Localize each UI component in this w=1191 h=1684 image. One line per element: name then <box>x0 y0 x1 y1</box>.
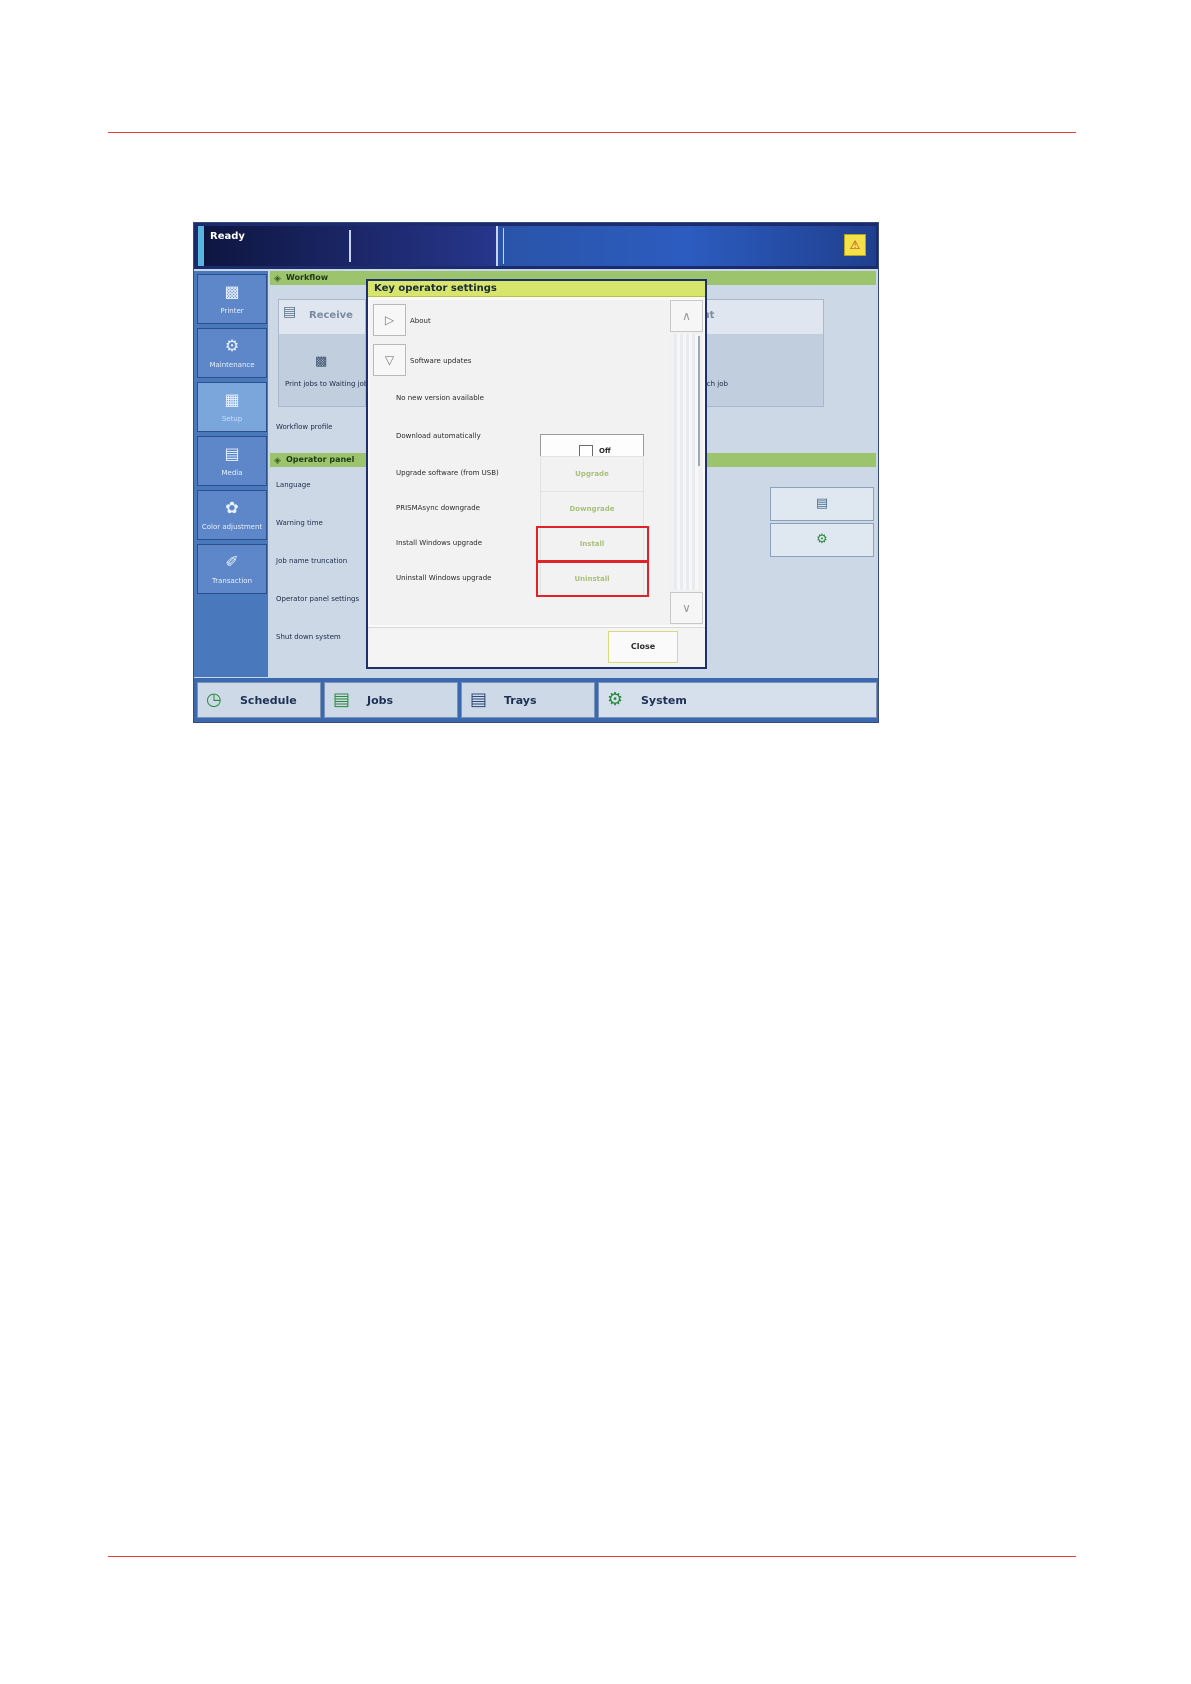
maintenance-icon: ⚙ <box>224 336 240 355</box>
sidebar-item-label: Maintenance <box>209 361 255 369</box>
sidebar: ▩ Printer ⚙ Maintenance ▦ Setup ▤ Media … <box>194 271 268 677</box>
printer-icon: ▩ <box>224 282 240 301</box>
scroll-up-button[interactable]: ∧ <box>670 300 703 332</box>
sidebar-item-maintenance[interactable]: ⚙ Maintenance <box>197 328 267 378</box>
operator-panel-screenshot: Ready ⚠ ▩ Printer ⚙ Maintenance ▦ Setup … <box>193 222 879 723</box>
tab-trays[interactable]: ▤ Trays <box>461 682 595 718</box>
status-bar: Ready ⚠ <box>194 223 878 269</box>
install-highlight <box>536 526 649 562</box>
tab-label: System <box>641 694 687 707</box>
downgrade-button[interactable]: Downgrade <box>540 491 644 527</box>
scroll-thumb[interactable] <box>698 336 700 466</box>
print-jobs-icon: ▩ <box>315 354 328 369</box>
tab-label: Trays <box>504 694 537 707</box>
prismasync-downgrade-label: PRISMAsync downgrade <box>396 504 480 512</box>
sidebar-item-label: Color adjustment <box>201 523 263 531</box>
transaction-icon: ✐ <box>225 552 239 571</box>
print-jobs-label: Print jobs to Waiting job <box>285 380 369 388</box>
sidebar-item-media[interactable]: ▤ Media <box>197 436 267 486</box>
warning-time-label: Warning time <box>276 519 323 527</box>
upgrade-button[interactable]: Upgrade <box>540 456 644 492</box>
operator-panel-title: Operator panel <box>286 455 355 464</box>
status-area: Ready <box>198 226 496 266</box>
tab-label: Schedule <box>240 694 297 707</box>
page-bottom-rule <box>108 1556 1076 1557</box>
color-adjustment-icon: ✿ <box>225 498 239 517</box>
alert-icon[interactable]: ⚠ <box>844 234 866 256</box>
schedule-icon: ◷ <box>206 689 222 710</box>
receive-strip <box>279 334 365 406</box>
status-divider <box>349 230 351 262</box>
status-text: Ready <box>210 231 245 242</box>
sidebar-item-color-adjustment[interactable]: ✿ Color adjustment <box>197 490 267 540</box>
close-button[interactable]: Close <box>608 631 678 663</box>
receive-card[interactable]: ▤ Receive ▩ Print jobs to Waiting job <box>278 299 369 407</box>
trays-icon: ▤ <box>470 689 488 710</box>
language-tile[interactable]: ▤ <box>770 487 874 521</box>
software-updates-label: Software updates <box>410 357 472 365</box>
dialog-body: ▷ About ▽ Software updates No new versio… <box>370 300 670 625</box>
about-label: About <box>410 317 431 325</box>
tab-jobs[interactable]: ▤ Jobs <box>324 682 458 718</box>
shut-down-system-label: Shut down system <box>276 633 341 641</box>
workflow-title: Workflow <box>286 273 329 282</box>
key-operator-settings-dialog: Key operator settings ▷ About ▽ Software… <box>366 279 707 669</box>
receive-icon: ▤ <box>283 304 297 320</box>
operator-panel-settings-label: Operator panel settings <box>276 595 360 603</box>
install-windows-upgrade-label: Install Windows upgrade <box>396 539 483 547</box>
scroll-track[interactable] <box>674 334 698 590</box>
language-label: Language <box>276 481 311 489</box>
message-area <box>496 226 876 266</box>
sidebar-item-transaction[interactable]: ✐ Transaction <box>197 544 267 594</box>
no-new-version-label: No new version available <box>396 394 484 402</box>
tab-schedule[interactable]: ◷ Schedule <box>197 682 321 718</box>
dialog-title: Key operator settings <box>368 281 705 297</box>
tab-system[interactable]: ⚙ System <box>598 682 877 718</box>
sidebar-item-label: Transaction <box>211 577 253 585</box>
jobs-icon: ▤ <box>333 689 351 710</box>
uninstall-windows-upgrade-label: Uninstall Windows upgrade <box>396 574 492 582</box>
download-toggle-text: Off <box>599 447 611 455</box>
sidebar-item-printer[interactable]: ▩ Printer <box>197 274 267 324</box>
about-expander[interactable]: ▷ <box>373 304 406 336</box>
media-icon: ▤ <box>224 444 240 463</box>
download-automatically-label: Download automatically <box>396 432 481 440</box>
message-divider <box>503 228 504 264</box>
receive-label: Receive <box>309 310 353 321</box>
software-updates-expander[interactable]: ▽ <box>373 344 406 376</box>
setup-icon: ▦ <box>224 390 240 409</box>
scroll-down-button[interactable]: ∨ <box>670 592 703 624</box>
sidebar-item-label: Media <box>221 469 243 477</box>
upgrade-usb-label: Upgrade software (from USB) <box>396 469 499 477</box>
system-icon: ⚙ <box>607 689 624 710</box>
tab-label: Jobs <box>367 694 394 707</box>
uninstall-highlight <box>536 561 649 597</box>
bottom-tab-bar: ◷ Schedule ▤ Jobs ▤ Trays ⚙ System <box>194 678 878 722</box>
workflow-profile-label: Workflow profile <box>276 423 333 431</box>
dialog-scrollbar[interactable]: ∧ ∨ <box>670 300 703 625</box>
page-top-rule <box>108 132 1076 133</box>
dialog-footer: Close <box>368 627 705 667</box>
workflow-icon: ◈ <box>274 274 281 284</box>
sidebar-item-setup[interactable]: ▦ Setup <box>197 382 267 432</box>
settings-tile[interactable]: ⚙ <box>770 523 874 557</box>
job-name-truncation-label: Job name truncation <box>276 557 348 565</box>
sidebar-item-label: Printer <box>220 307 244 315</box>
operator-panel-icon: ◈ <box>274 456 281 466</box>
sidebar-item-label: Setup <box>221 415 243 423</box>
